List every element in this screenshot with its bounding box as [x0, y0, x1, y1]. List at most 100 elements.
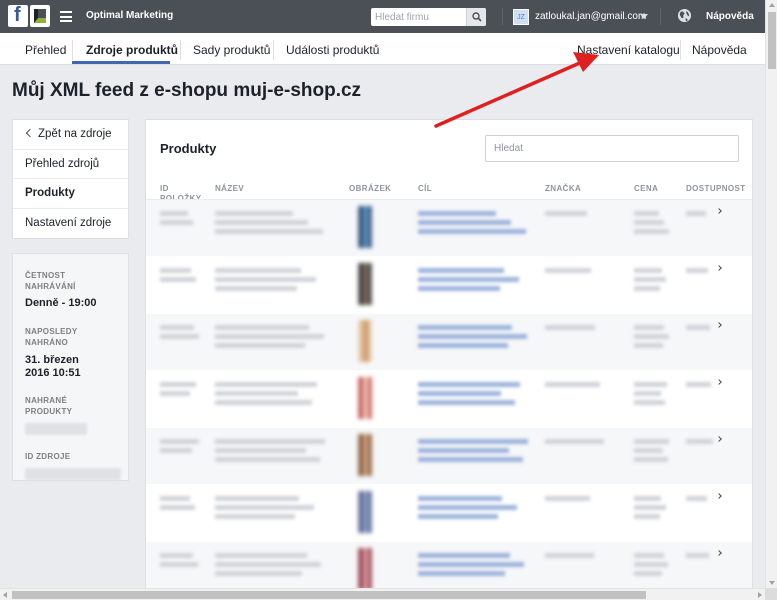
redacted-product-name: [215, 550, 327, 586]
redacted-product-url[interactable]: [418, 550, 530, 586]
redacted-brand: [545, 379, 605, 391]
active-tab-indicator: [72, 61, 170, 64]
redacted-price: [634, 208, 670, 244]
source-id-label: ID ZDROJE: [25, 452, 71, 461]
product-thumbnail[interactable]: [352, 320, 378, 362]
redacted-product-name: [215, 493, 327, 529]
tab-product-sets[interactable]: Sady produktů: [193, 43, 270, 57]
products-title: Produkty: [160, 141, 217, 156]
chevron-right-icon[interactable]: [716, 322, 722, 328]
table-row[interactable]: [146, 485, 752, 542]
search-button[interactable]: [466, 8, 486, 26]
redacted-availability: [686, 208, 714, 220]
chevron-right-icon[interactable]: [716, 379, 722, 385]
redacted-product-url[interactable]: [418, 493, 530, 529]
redacted-product-name: [215, 322, 327, 358]
scroll-up-icon[interactable]: [769, 3, 775, 7]
product-thumbnail[interactable]: [352, 548, 378, 588]
redacted-product-url[interactable]: [418, 208, 530, 244]
table-row[interactable]: [146, 257, 752, 314]
horizontal-scrollbar[interactable]: [0, 588, 765, 600]
table-row[interactable]: [146, 428, 752, 485]
tab-product-feeds[interactable]: Zdroje produktů: [86, 43, 178, 57]
divider: [680, 40, 681, 60]
app-title[interactable]: Optimal Marketing: [86, 10, 173, 21]
product-thumbnail[interactable]: [352, 491, 378, 533]
catalog-tabs: Přehled Zdroje produktů Sady produktů Ud…: [0, 33, 765, 65]
user-email[interactable]: zatloukal.jan@gmail.com: [535, 11, 646, 22]
back-to-feeds-link[interactable]: Zpět na zdroje: [13, 120, 128, 150]
source-id-value-redacted: [25, 468, 121, 480]
redacted-brand: [545, 265, 605, 277]
chevron-right-icon[interactable]: [716, 265, 722, 271]
table-row[interactable]: [146, 314, 752, 371]
company-search-input[interactable]: [371, 8, 465, 26]
redacted-availability: [686, 322, 714, 334]
redacted-product-url[interactable]: [418, 322, 530, 358]
scrollbar-thumb[interactable]: [768, 12, 776, 69]
redacted-price: [634, 322, 670, 358]
catalog-settings-link[interactable]: Nastavení katalogu: [577, 43, 680, 57]
product-thumbnail[interactable]: [352, 434, 378, 476]
redacted-product-url[interactable]: [418, 379, 530, 415]
vertical-scrollbar[interactable]: [765, 0, 777, 588]
chevron-right-icon[interactable]: [716, 493, 722, 499]
avatar[interactable]: JZ: [513, 9, 529, 25]
product-thumbnail[interactable]: [352, 206, 378, 248]
scroll-down-icon[interactable]: [769, 581, 775, 585]
redacted-price: [634, 550, 670, 586]
back-label: Zpět na zdroje: [38, 128, 112, 140]
divider: [72, 40, 73, 60]
divider: [502, 8, 503, 25]
chevron-right-icon[interactable]: [716, 208, 722, 214]
menu-icon[interactable]: [60, 11, 72, 22]
product-thumbnail[interactable]: [352, 263, 378, 305]
column-header-id[interactable]: ID POLOŽKY: [160, 184, 204, 199]
redacted-item-id: [160, 265, 200, 289]
table-row[interactable]: [146, 542, 752, 588]
redacted-price: [634, 436, 670, 472]
help-link[interactable]: Nápověda: [706, 11, 754, 22]
facebook-logo[interactable]: f: [8, 4, 50, 27]
product-thumbnail[interactable]: [352, 377, 378, 419]
column-header-url[interactable]: CÍL: [418, 184, 432, 194]
column-header-availability[interactable]: DOSTUPNOST: [686, 184, 746, 194]
redacted-item-id: [160, 322, 200, 346]
tab-overview[interactable]: Přehled: [25, 43, 66, 57]
redacted-availability: [686, 550, 714, 562]
redacted-item-id: [160, 436, 200, 460]
redacted-availability: [686, 493, 714, 505]
redacted-item-id: [160, 208, 200, 232]
products-search-input[interactable]: [486, 136, 738, 161]
table-row[interactable]: [146, 200, 752, 257]
products-search: [485, 135, 739, 162]
sidebar-item-products[interactable]: Produkty: [13, 179, 128, 209]
chevron-down-icon[interactable]: [640, 14, 648, 19]
redacted-availability: [686, 379, 714, 391]
sidebar-item-feeds-overview[interactable]: Přehled zdrojů: [13, 150, 128, 179]
column-header-brand[interactable]: ZNAČKA: [545, 184, 581, 194]
redacted-brand: [545, 550, 605, 562]
sidebar-item-feed-settings[interactable]: Nastavení zdroje: [13, 209, 128, 239]
scroll-right-icon[interactable]: [758, 592, 762, 598]
scrollbar-thumb[interactable]: [12, 591, 646, 599]
redacted-product-url[interactable]: [418, 265, 530, 301]
frequency-label: ČETNOST NAHRÁVÁNÍ: [25, 271, 76, 291]
globe-icon[interactable]: [677, 8, 692, 23]
help-link[interactable]: Nápověda: [692, 43, 747, 57]
column-header-name[interactable]: NÁZEV: [215, 184, 244, 194]
scroll-left-icon[interactable]: [3, 592, 7, 598]
redacted-availability: [686, 436, 714, 448]
redacted-brand: [545, 493, 605, 505]
redacted-brand: [545, 436, 605, 448]
redacted-item-id: [160, 550, 200, 574]
divider: [273, 40, 274, 60]
chevron-right-icon[interactable]: [716, 550, 722, 556]
column-header-price[interactable]: CENA: [634, 184, 658, 194]
tab-product-events[interactable]: Události produktů: [286, 43, 379, 57]
redacted-product-url[interactable]: [418, 436, 530, 472]
chevron-right-icon[interactable]: [716, 436, 722, 442]
divider: [660, 8, 661, 25]
table-row[interactable]: [146, 371, 752, 428]
column-header-image[interactable]: OBRÁZEK: [349, 184, 391, 194]
